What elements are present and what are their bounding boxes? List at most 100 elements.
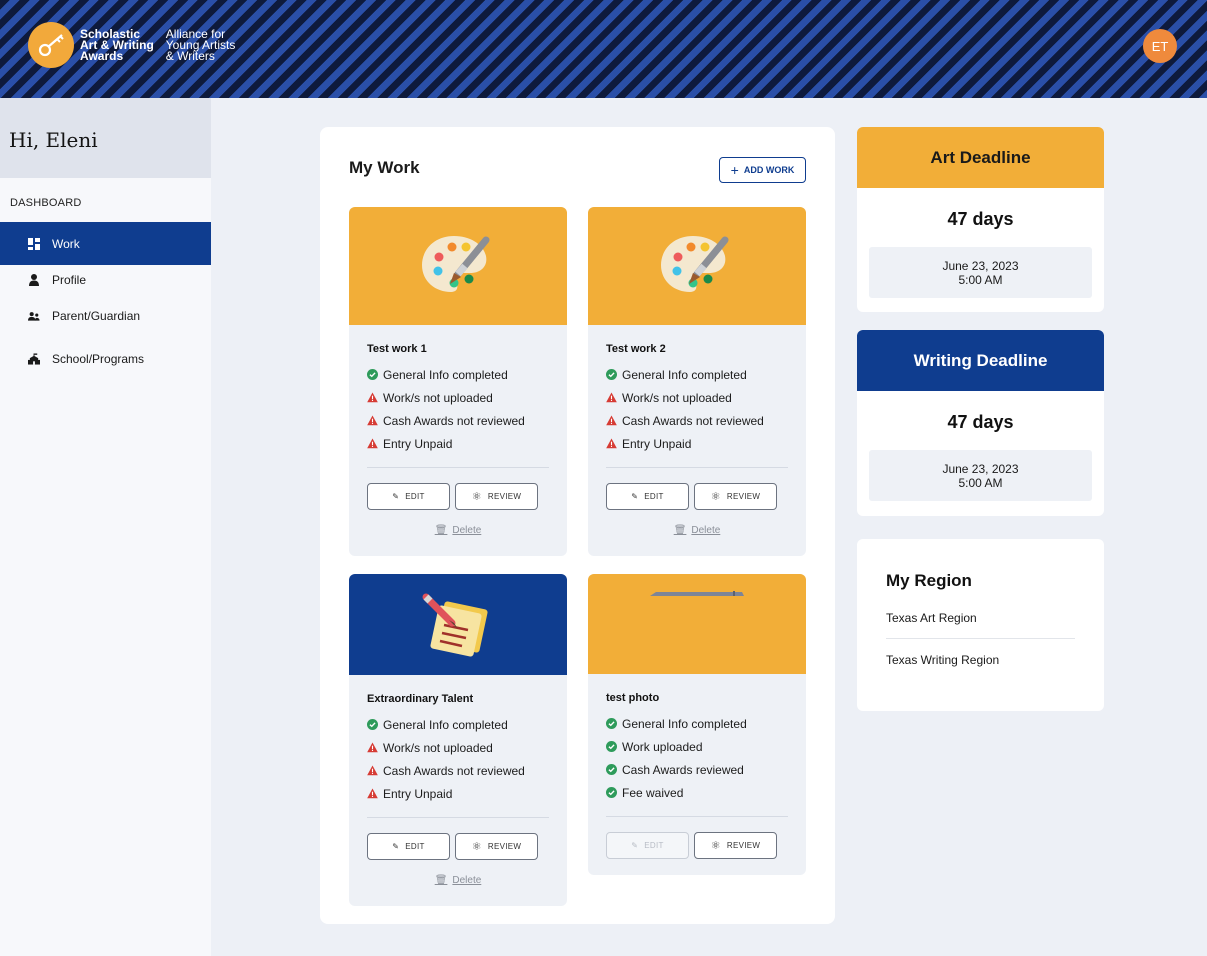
sidebar-item-work[interactable]: Work: [0, 222, 211, 265]
my-region-card: My Region Texas Art Region Texas Writing…: [857, 539, 1104, 711]
status-text: Work/s not uploaded: [383, 740, 493, 755]
region-item-writing: Texas Writing Region: [886, 653, 1000, 667]
work-card-test-work-2: Test work 2 General Info completed Work/…: [588, 207, 806, 556]
edit-label: EDIT: [405, 842, 425, 851]
deadline-date-box: June 23, 2023 5:00 AM: [869, 247, 1092, 298]
sidebar-item-label: Work: [52, 236, 80, 251]
status-text: General Info completed: [383, 717, 508, 732]
pencil-icon: ✎: [631, 841, 639, 850]
deadline-date: June 23, 2023: [942, 461, 1019, 476]
dashboard-grid-icon: [28, 237, 40, 250]
my-work-panel: My Work + ADD WORK Test work 1 General I…: [320, 127, 835, 924]
warning-triangle-icon: [606, 392, 617, 403]
review-label: REVIEW: [726, 492, 761, 501]
sidebar-item-school-programs[interactable]: School/Programs: [0, 337, 211, 380]
logo-primary-text: Scholastic Art & Writing Awards: [80, 26, 154, 63]
status-text: Cash Awards not reviewed: [383, 413, 525, 428]
edit-label: EDIT: [644, 492, 664, 501]
edit-button[interactable]: ✎ EDIT: [606, 483, 689, 510]
status-item: General Info completed: [606, 363, 788, 386]
card-divider: [367, 467, 549, 468]
sidebar-item-label: Profile: [52, 272, 87, 287]
deadline-time: 5:00 AM: [958, 272, 1003, 287]
sidebar-item-label: School/Programs: [52, 351, 145, 366]
status-item: Entry Unpaid: [367, 782, 549, 805]
status-item: Work/s not uploaded: [367, 386, 549, 409]
warning-triangle-icon: [367, 415, 378, 426]
card-banner: [349, 574, 567, 675]
warning-triangle-icon: [367, 392, 378, 403]
check-circle-icon: [606, 741, 617, 752]
delete-link[interactable]: 🗑 Delete: [367, 875, 549, 886]
status-text: General Info completed: [622, 367, 747, 382]
status-item: General Info completed: [606, 712, 788, 735]
status-item: General Info completed: [367, 713, 549, 736]
card-title: Extraordinary Talent: [367, 693, 474, 705]
card-divider: [367, 817, 549, 818]
work-card-extraordinary-talent: Extraordinary Talent General Info comple…: [349, 574, 567, 906]
add-work-button[interactable]: + ADD WORK: [719, 157, 806, 183]
top-header: Scholastic Art & Writing Awards Alliance…: [0, 0, 1207, 98]
dashboard-section-label: DASHBOARD: [10, 197, 82, 209]
edit-label: EDIT: [644, 841, 664, 850]
status-item: General Info completed: [367, 363, 549, 386]
check-circle-icon: [606, 764, 617, 775]
warning-triangle-icon: [367, 765, 378, 776]
status-item: Entry Unpaid: [606, 432, 788, 455]
status-text: Cash Awards not reviewed: [383, 763, 525, 778]
status-text: Work/s not uploaded: [383, 390, 493, 405]
user-avatar[interactable]: ET: [1143, 29, 1177, 63]
review-button[interactable]: ⚛ REVIEW: [694, 483, 777, 510]
sidebar-item-label: Parent/Guardian: [52, 308, 141, 323]
edit-button[interactable]: ✎ EDIT: [367, 483, 450, 510]
scholastic-logo[interactable]: Scholastic Art & Writing Awards Alliance…: [28, 22, 235, 68]
deadline-header: Art Deadline: [857, 127, 1104, 188]
status-item: Fee waived: [606, 781, 788, 804]
deadline-days: 47 days: [947, 412, 1014, 432]
review-button[interactable]: ⚛ REVIEW: [694, 832, 777, 859]
status-item: Cash Awards not reviewed: [367, 409, 549, 432]
region-title: My Region: [886, 571, 972, 590]
check-circle-icon: [367, 719, 378, 730]
deadline-date-box: June 23, 2023 5:00 AM: [869, 450, 1092, 501]
status-text: Cash Awards not reviewed: [622, 413, 764, 428]
status-item: Entry Unpaid: [367, 432, 549, 455]
art-deadline-card: Art Deadline 47 days June 23, 2023 5:00 …: [857, 127, 1104, 312]
pencil-icon: ✎: [392, 842, 400, 851]
card-banner: [349, 207, 567, 325]
review-button[interactable]: ⚛ REVIEW: [455, 483, 538, 510]
status-item: Work uploaded: [606, 735, 788, 758]
add-work-label: ADD WORK: [743, 165, 795, 175]
card-title: Test work 1: [367, 343, 427, 355]
sidebar-item-profile[interactable]: Profile: [0, 265, 211, 294]
art-palette-icon: [422, 236, 490, 292]
edit-button[interactable]: ✎ EDIT: [367, 833, 450, 860]
writing-deadline-card: Writing Deadline 47 days June 23, 2023 5…: [857, 330, 1104, 516]
status-text: General Info completed: [622, 716, 747, 731]
pencil-icon: ✎: [392, 492, 400, 501]
delete-link[interactable]: 🗑 Delete: [367, 525, 549, 536]
status-text: Cash Awards reviewed: [622, 762, 744, 777]
deadline-days: 47 days: [947, 209, 1014, 229]
check-circle-icon: [606, 369, 617, 380]
trash-icon: 🗑: [434, 875, 448, 886]
work-card-test-work-1: Test work 1 General Info completed Work/…: [349, 207, 567, 556]
delete-link[interactable]: 🗑 Delete: [606, 525, 788, 536]
deadline-time: 5:00 AM: [958, 475, 1003, 490]
check-circle-icon: [606, 787, 617, 798]
delete-label: Delete: [452, 875, 482, 886]
art-palette-icon: [661, 236, 729, 292]
status-text: General Info completed: [383, 367, 508, 382]
status-text: Work/s not uploaded: [622, 390, 732, 405]
status-text: Entry Unpaid: [383, 436, 453, 451]
card-divider: [606, 816, 788, 817]
sidebar-item-parent-guardian[interactable]: Parent/Guardian: [0, 294, 211, 337]
atom-icon: ⚛: [471, 841, 482, 853]
warning-triangle-icon: [367, 788, 378, 799]
card-banner: [588, 207, 806, 325]
status-item: Cash Awards not reviewed: [606, 409, 788, 432]
region-item-art: Texas Art Region: [886, 611, 977, 625]
status-item: Cash Awards reviewed: [606, 758, 788, 781]
greeting: Hi, Eleni: [0, 98, 211, 178]
review-button[interactable]: ⚛ REVIEW: [455, 833, 538, 860]
